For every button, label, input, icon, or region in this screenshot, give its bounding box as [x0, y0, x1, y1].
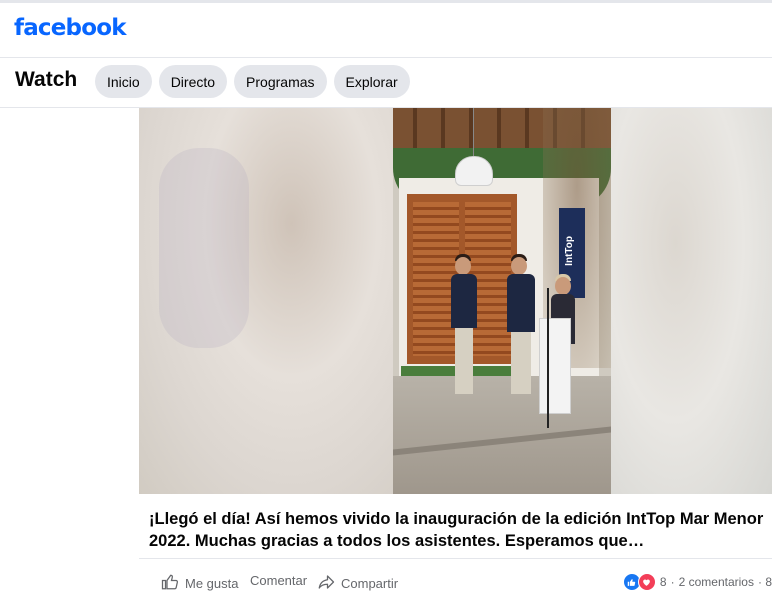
top-navbar: facebook	[0, 0, 772, 58]
tab-programas[interactable]: Programas	[234, 65, 327, 98]
shares-count[interactable]: · 8	[758, 575, 772, 589]
post-caption[interactable]: ¡Llegó el día! Así hemos vivido la inaug…	[149, 508, 767, 552]
watch-tabs: Inicio Directo Programas Explorar	[95, 65, 410, 98]
post-stats: 8 · 2 comentarios · 8	[622, 573, 772, 591]
thumbs-up-icon	[161, 573, 179, 594]
reactions-count[interactable]: 8	[660, 575, 667, 589]
tab-directo[interactable]: Directo	[158, 65, 228, 98]
share-button[interactable]: Compartir	[317, 573, 398, 594]
post-actions: Me gusta Comentar Compartir 8 · 2 coment…	[139, 558, 772, 599]
comment-button[interactable]: Comentar	[250, 573, 307, 588]
tab-explorar[interactable]: Explorar	[333, 65, 410, 98]
lectern	[539, 318, 571, 414]
video-player[interactable]: IntTop	[139, 108, 772, 494]
video-blur-right	[611, 108, 772, 494]
post-footer: ¡Llegó el día! Así hemos vivido la inaug…	[139, 494, 772, 600]
tab-inicio[interactable]: Inicio	[95, 65, 152, 98]
like-label: Me gusta	[185, 576, 239, 591]
like-button[interactable]: Me gusta	[161, 573, 238, 594]
facebook-logo[interactable]: facebook	[14, 15, 127, 41]
video-blur-left	[139, 108, 393, 494]
love-reaction-icon[interactable]	[637, 573, 656, 591]
video-frame: IntTop	[393, 108, 611, 494]
share-arrow-icon	[317, 573, 335, 594]
watch-header: Watch Inicio Directo Programas Explorar	[0, 58, 772, 108]
stats-separator: ·	[670, 575, 675, 589]
hanging-lamp	[455, 156, 493, 186]
comment-label: Comentar	[250, 573, 308, 588]
comments-count[interactable]: 2 comentarios	[679, 575, 754, 589]
share-label: Compartir	[341, 576, 399, 591]
page-title: Watch	[15, 68, 78, 91]
microphone-stand	[547, 288, 549, 428]
